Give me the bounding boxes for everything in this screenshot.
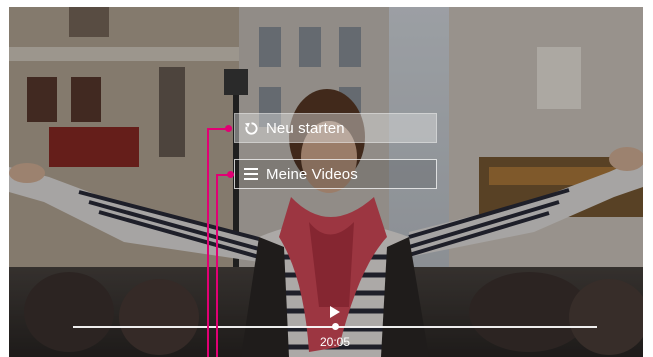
restart-callout-line-v <box>207 128 209 357</box>
restart-icon <box>243 120 259 136</box>
restart-callout-dot <box>225 125 232 132</box>
restart-label: Neu starten <box>266 119 345 137</box>
restart-callout-line-h <box>207 128 226 130</box>
play-icon[interactable] <box>330 305 340 323</box>
videos-callout-line-v <box>216 174 218 357</box>
restart-button[interactable]: Neu starten <box>234 113 437 143</box>
progress-handle[interactable] <box>332 323 339 330</box>
video-player[interactable]: Neu starten Meine Videos 20:05 <box>9 7 643 357</box>
videos-callout-dot <box>227 171 234 178</box>
my-videos-button[interactable]: Meine Videos <box>234 159 437 189</box>
list-menu-icon <box>243 166 259 182</box>
my-videos-label: Meine Videos <box>266 165 358 183</box>
current-time: 20:05 <box>319 335 351 349</box>
